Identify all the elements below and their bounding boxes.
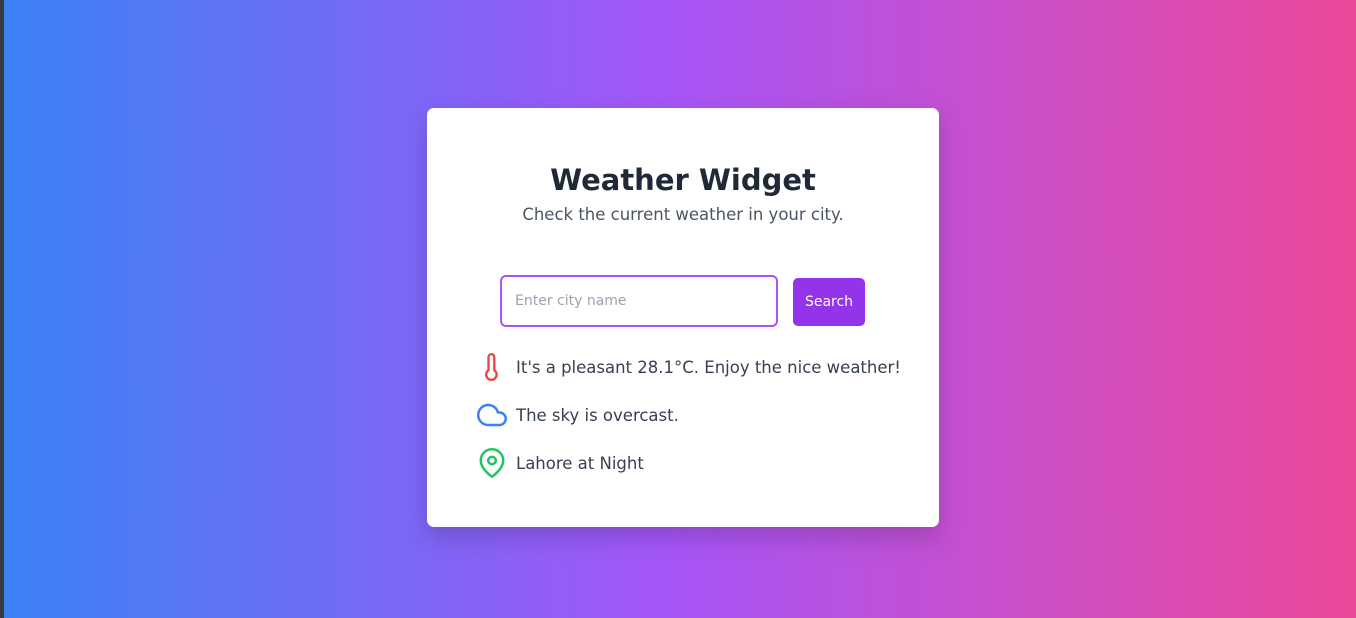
page-subtitle: Check the current weather in your city. xyxy=(522,205,844,224)
temperature-text: It's a pleasant 28.1°C. Enjoy the nice w… xyxy=(516,357,901,377)
sky-text: The sky is overcast. xyxy=(516,405,679,425)
thermometer-icon xyxy=(476,351,508,383)
search-button[interactable]: Search xyxy=(793,278,865,326)
map-pin-icon xyxy=(476,447,508,479)
cloud-icon xyxy=(476,399,508,431)
temperature-row: It's a pleasant 28.1°C. Enjoy the nice w… xyxy=(476,351,901,383)
page-title: Weather Widget xyxy=(550,163,816,197)
city-search-input[interactable] xyxy=(500,275,778,327)
weather-card: Weather Widget Check the current weather… xyxy=(427,108,939,527)
location-row: Lahore at Night xyxy=(476,447,644,479)
location-text: Lahore at Night xyxy=(516,453,644,473)
sky-row: The sky is overcast. xyxy=(476,399,679,431)
